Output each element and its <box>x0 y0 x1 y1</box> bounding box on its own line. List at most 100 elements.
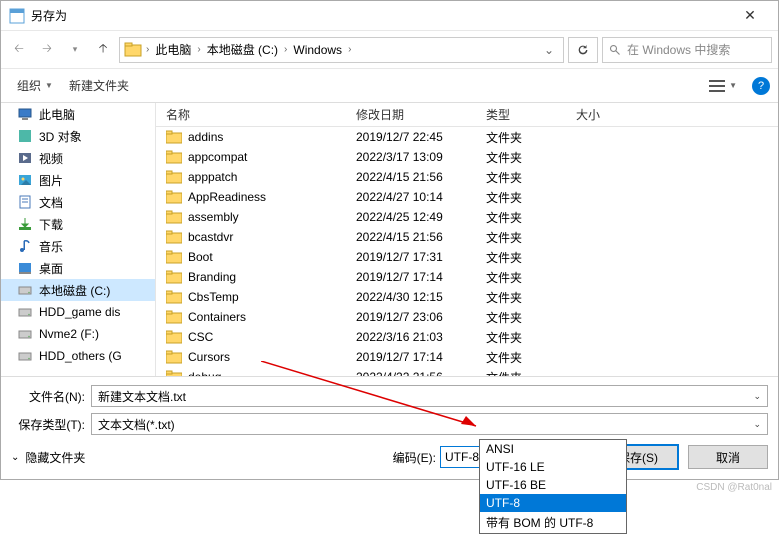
file-row[interactable]: addins2019/12/7 22:45文件夹 <box>156 127 778 147</box>
refresh-button[interactable] <box>568 37 598 63</box>
file-row[interactable]: appcompat2022/3/17 13:09文件夹 <box>156 147 778 167</box>
breadcrumb-item[interactable]: Windows <box>287 42 348 58</box>
caret-down-icon: ▼ <box>45 81 53 90</box>
disk-icon <box>17 282 33 298</box>
column-type[interactable]: 类型 <box>486 106 576 123</box>
save-as-dialog: 另存为 ✕ 🡠 🡢 ▾ 🡡 › 此电脑 › 本地磁盘 (C:) › Window… <box>0 0 779 480</box>
file-date: 2022/4/15 21:56 <box>356 170 486 184</box>
breadcrumb-item[interactable]: 此电脑 <box>149 40 197 59</box>
file-row[interactable]: bcastdvr2022/4/15 21:56文件夹 <box>156 227 778 247</box>
desk-icon <box>17 260 33 276</box>
folder-icon <box>124 41 142 59</box>
sidebar-item[interactable]: HDD_others (G <box>1 345 155 367</box>
folder-icon <box>166 210 182 224</box>
sidebar-label: 图片 <box>39 172 63 189</box>
video-icon <box>17 150 33 166</box>
navigation-bar: 🡠 🡢 ▾ 🡡 › 此电脑 › 本地磁盘 (C:) › Windows › ⌄ … <box>1 31 778 69</box>
forward-button[interactable]: 🡢 <box>35 38 59 62</box>
search-input[interactable]: 在 Windows 中搜索 <box>602 37 772 63</box>
sidebar-item[interactable]: 本地磁盘 (C:) <box>1 279 155 301</box>
help-button[interactable]: ? <box>752 77 770 95</box>
file-name: AppReadiness <box>188 190 266 204</box>
back-button[interactable]: 🡠 <box>7 38 31 62</box>
folder-icon <box>166 230 182 244</box>
encoding-option[interactable]: UTF-16 BE <box>480 476 626 494</box>
file-row[interactable]: CSC2022/3/16 21:03文件夹 <box>156 327 778 347</box>
caret-down-icon: ▼ <box>729 81 737 90</box>
folder-icon <box>166 350 182 364</box>
file-row[interactable]: CbsTemp2022/4/30 12:15文件夹 <box>156 287 778 307</box>
dl-icon <box>17 216 33 232</box>
hide-folders-toggle[interactable]: ⌄ 隐藏文件夹 <box>11 449 85 466</box>
close-button[interactable]: ✕ <box>730 7 770 24</box>
view-icon <box>709 79 725 93</box>
sidebar-item[interactable]: 3D 对象 <box>1 125 155 147</box>
sidebar-item[interactable]: 视频 <box>1 147 155 169</box>
file-name: apppatch <box>188 170 237 184</box>
cancel-button[interactable]: 取消 <box>688 445 768 469</box>
file-type: 文件夹 <box>486 329 576 346</box>
encoding-option[interactable]: 带有 BOM 的 UTF-8 <box>480 512 626 533</box>
file-row[interactable]: Boot2019/12/7 17:31文件夹 <box>156 247 778 267</box>
file-type: 文件夹 <box>486 309 576 326</box>
file-row[interactable]: AppReadiness 2022/4/27 10:14文件夹 <box>156 187 778 207</box>
new-folder-button[interactable]: 新建文件夹 <box>61 74 137 97</box>
file-date: 2022/4/15 21:56 <box>356 230 486 244</box>
organize-button[interactable]: 组织▼ <box>9 74 61 97</box>
recent-dropdown[interactable]: ▾ <box>63 38 87 62</box>
breadcrumb-item[interactable]: 本地磁盘 (C:) <box>201 40 284 59</box>
encoding-option[interactable]: UTF-16 LE <box>480 458 626 476</box>
file-row[interactable]: Cursors2019/12/7 17:14文件夹 <box>156 347 778 367</box>
sidebar-item[interactable]: 此电脑 <box>1 103 155 125</box>
encoding-option[interactable]: UTF-8 <box>480 494 626 512</box>
sidebar-label: HDD_game dis <box>39 305 120 319</box>
file-row[interactable]: debug2022/4/22 21:56文件夹 <box>156 367 778 376</box>
column-date[interactable]: 修改日期 <box>356 106 486 123</box>
sidebar-item[interactable]: HDD_game dis <box>1 301 155 323</box>
file-name: Boot <box>188 250 213 264</box>
folder-icon <box>166 330 182 344</box>
sidebar-item[interactable]: 文档 <box>1 191 155 213</box>
disk-icon <box>17 326 33 342</box>
encoding-option[interactable]: ANSI <box>480 440 626 458</box>
folder-icon <box>166 370 182 376</box>
filename-input[interactable]: 新建文本文档.txt⌄ <box>91 385 768 407</box>
file-type: 文件夹 <box>486 189 576 206</box>
sidebar-item[interactable]: 桌面 <box>1 257 155 279</box>
savetype-select[interactable]: 文本文档(*.txt)⌄ <box>91 413 768 435</box>
file-row[interactable]: assembly2022/4/25 12:49文件夹 <box>156 207 778 227</box>
file-row[interactable]: Containers2019/12/7 23:06文件夹 <box>156 307 778 327</box>
music-icon <box>17 238 33 254</box>
sidebar-label: Nvme2 (F:) <box>39 327 99 341</box>
sidebar-label: 此电脑 <box>39 106 75 123</box>
encoding-dropdown[interactable]: ANSIUTF-16 LEUTF-16 BEUTF-8带有 BOM 的 UTF-… <box>479 439 627 534</box>
address-dropdown[interactable]: ⌄ <box>539 43 559 57</box>
file-type: 文件夹 <box>486 249 576 266</box>
sidebar-item[interactable]: Nvme2 (F:) <box>1 323 155 345</box>
address-bar[interactable]: › 此电脑 › 本地磁盘 (C:) › Windows › ⌄ <box>119 37 564 63</box>
file-row[interactable]: Branding2019/12/7 17:14文件夹 <box>156 267 778 287</box>
bottom-panel: 文件名(N): 新建文本文档.txt⌄ 保存类型(T): 文本文档(*.txt)… <box>1 377 778 479</box>
sidebar-item[interactable]: 音乐 <box>1 235 155 257</box>
column-size[interactable]: 大小 <box>576 106 636 123</box>
column-headers: 名称 修改日期 类型 大小 <box>156 103 778 127</box>
folder-icon <box>166 250 182 264</box>
folder-icon <box>166 290 182 304</box>
caret-down-icon[interactable]: ⌄ <box>753 419 761 430</box>
disk-icon <box>17 304 33 320</box>
content-area: 此电脑 3D 对象视频图片文档下载音乐桌面本地磁盘 (C:) HDD_game di… <box>1 103 778 377</box>
file-row[interactable]: apppatch2022/4/15 21:56文件夹 <box>156 167 778 187</box>
search-placeholder: 在 Windows 中搜索 <box>627 41 730 58</box>
view-options-button[interactable]: ▼ <box>700 75 746 97</box>
caret-down-icon[interactable]: ⌄ <box>753 391 761 402</box>
sidebar-item[interactable]: 图片 <box>1 169 155 191</box>
column-name[interactable]: 名称 <box>156 106 356 123</box>
sidebar-item[interactable]: 下载 <box>1 213 155 235</box>
up-button[interactable]: 🡡 <box>91 38 115 62</box>
savetype-label: 保存类型(T): <box>11 416 91 433</box>
file-date: 2022/4/27 10:14 <box>356 190 486 204</box>
navigation-tree[interactable]: 此电脑 3D 对象视频图片文档下载音乐桌面本地磁盘 (C:) HDD_game di… <box>1 103 156 376</box>
file-list[interactable]: 名称 修改日期 类型 大小 addins2019/12/7 22:45文件夹ap… <box>156 103 778 376</box>
folder-icon <box>166 130 182 144</box>
sidebar-label: 3D 对象 <box>39 128 82 145</box>
